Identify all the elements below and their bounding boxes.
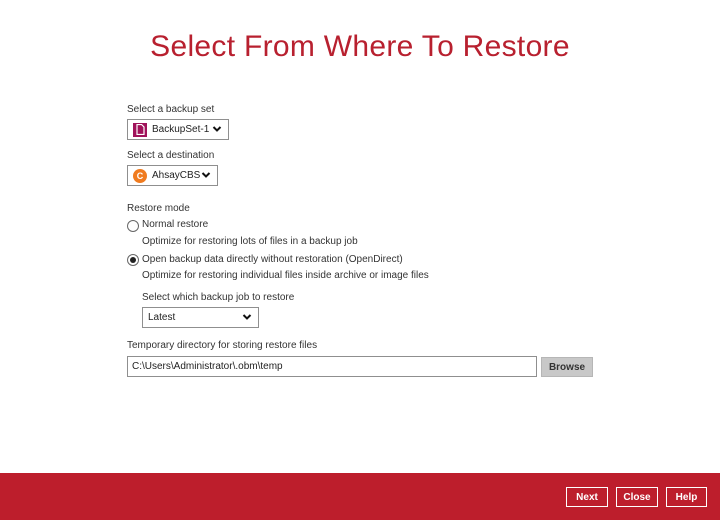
page-title: Select From Where To Restore bbox=[150, 30, 570, 63]
opendirect-description: Optimize for restoring individual files … bbox=[142, 270, 429, 281]
backup-job-label: Select which backup job to restore bbox=[142, 292, 295, 303]
cbs-icon: C bbox=[133, 168, 147, 183]
footer-bar: Next Close Help bbox=[0, 473, 720, 520]
next-button[interactable]: Next bbox=[566, 487, 608, 507]
help-button[interactable]: Help bbox=[666, 487, 707, 507]
temp-dir-input[interactable] bbox=[127, 356, 537, 377]
normal-restore-radio[interactable] bbox=[127, 220, 139, 232]
close-button[interactable]: Close bbox=[616, 487, 658, 507]
opendirect-radio[interactable] bbox=[127, 254, 139, 266]
backup-job-select[interactable]: Latest bbox=[142, 307, 259, 328]
backup-set-value: BackupSet-1 bbox=[152, 124, 210, 135]
backup-set-select[interactable]: BackupSet-1 bbox=[127, 119, 229, 140]
backup-job-value: Latest bbox=[148, 312, 176, 323]
destination-select[interactable]: C AhsayCBS bbox=[127, 165, 218, 186]
normal-restore-description: Optimize for restoring lots of files in … bbox=[142, 236, 358, 247]
chevron-down-icon bbox=[242, 314, 252, 320]
destination-value: AhsayCBS bbox=[152, 170, 201, 181]
restore-mode-label: Restore mode bbox=[127, 203, 190, 214]
backup-set-label: Select a backup set bbox=[127, 104, 215, 115]
destination-label: Select a destination bbox=[127, 150, 215, 161]
chevron-down-icon bbox=[212, 126, 222, 132]
browse-button[interactable]: Browse bbox=[541, 357, 593, 377]
temp-dir-label: Temporary directory for storing restore … bbox=[127, 340, 318, 351]
normal-restore-label[interactable]: Normal restore bbox=[142, 219, 208, 230]
chevron-down-icon bbox=[201, 172, 211, 178]
opendirect-label[interactable]: Open backup data directly without restor… bbox=[142, 254, 403, 265]
document-icon bbox=[133, 122, 147, 137]
